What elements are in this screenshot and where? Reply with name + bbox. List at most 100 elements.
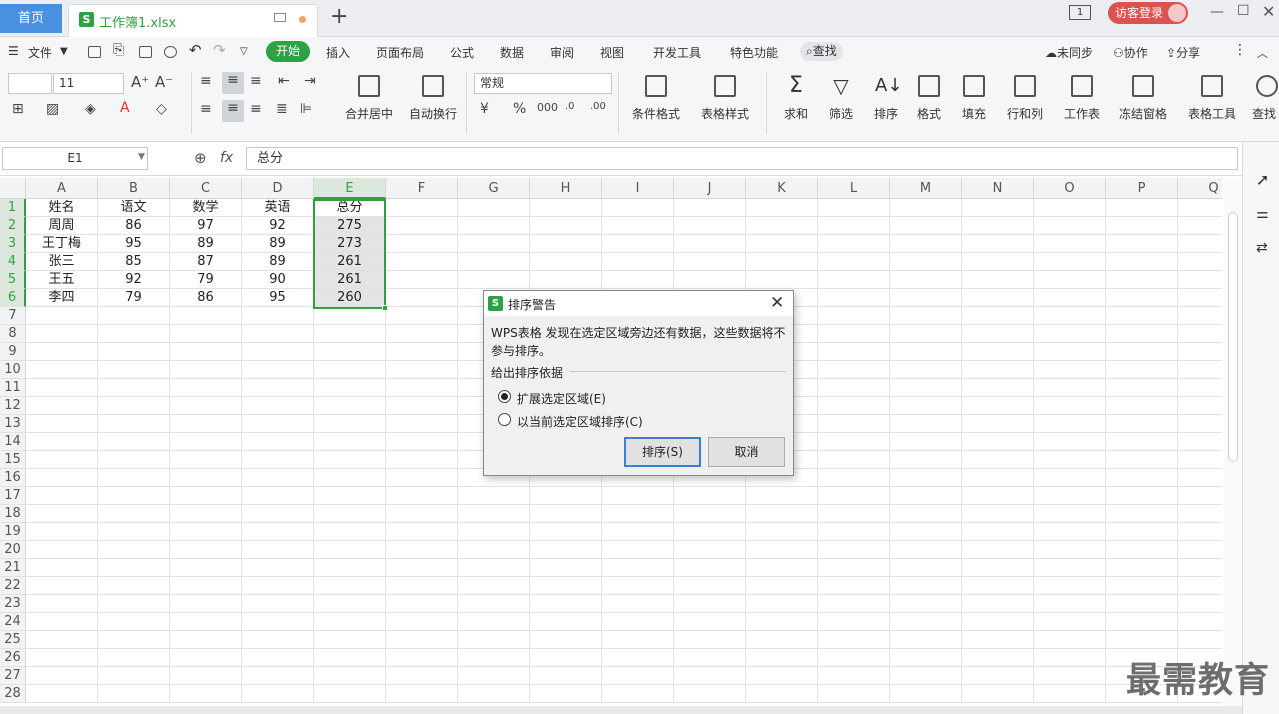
row-header[interactable]: 3: [0, 235, 26, 253]
row-header[interactable]: 14: [0, 433, 26, 451]
cell[interactable]: [674, 199, 746, 217]
cell[interactable]: [1034, 685, 1106, 703]
cell[interactable]: [890, 415, 962, 433]
cell[interactable]: [98, 397, 170, 415]
cell[interactable]: [962, 397, 1034, 415]
cell[interactable]: [530, 631, 602, 649]
cell[interactable]: [674, 235, 746, 253]
cell[interactable]: [386, 307, 458, 325]
cell[interactable]: [170, 541, 242, 559]
cell[interactable]: [170, 379, 242, 397]
cell[interactable]: [386, 685, 458, 703]
vertical-scrollbar[interactable]: [1224, 178, 1242, 710]
collapse-ribbon-icon[interactable]: ︿: [1257, 45, 1268, 61]
cell[interactable]: [602, 253, 674, 271]
cell[interactable]: [1178, 523, 1222, 541]
cell[interactable]: [1034, 325, 1106, 343]
cell[interactable]: [1034, 523, 1106, 541]
maximize-icon[interactable]: ☐: [1237, 3, 1250, 19]
cell[interactable]: [458, 505, 530, 523]
cell[interactable]: [1106, 271, 1178, 289]
cell[interactable]: 李四: [26, 289, 98, 307]
cell[interactable]: [242, 343, 314, 361]
row-header[interactable]: 11: [0, 379, 26, 397]
column-header[interactable]: G: [458, 178, 530, 199]
cell[interactable]: [962, 343, 1034, 361]
cell[interactable]: [890, 397, 962, 415]
cell[interactable]: [26, 595, 98, 613]
cell[interactable]: [890, 451, 962, 469]
clear-icon[interactable]: ◇: [156, 101, 167, 117]
cell[interactable]: [530, 667, 602, 685]
cell[interactable]: [1034, 631, 1106, 649]
cell[interactable]: [98, 613, 170, 631]
cell[interactable]: [890, 667, 962, 685]
row-header[interactable]: 18: [0, 505, 26, 523]
cell[interactable]: [818, 505, 890, 523]
cell[interactable]: [746, 271, 818, 289]
cell[interactable]: [170, 397, 242, 415]
cell[interactable]: [1034, 505, 1106, 523]
cell[interactable]: [674, 667, 746, 685]
fill-button[interactable]: 填充: [957, 75, 991, 122]
cell[interactable]: [602, 217, 674, 235]
cell[interactable]: [170, 415, 242, 433]
cell[interactable]: [674, 613, 746, 631]
screen-icon[interactable]: [274, 13, 286, 22]
cell[interactable]: [458, 523, 530, 541]
cell[interactable]: [1106, 397, 1178, 415]
cell[interactable]: [386, 433, 458, 451]
tab-review[interactable]: 审阅: [550, 44, 574, 61]
cell[interactable]: [962, 451, 1034, 469]
cell[interactable]: [746, 541, 818, 559]
cell[interactable]: [818, 361, 890, 379]
cell[interactable]: [98, 577, 170, 595]
cell[interactable]: [746, 613, 818, 631]
row-header[interactable]: 7: [0, 307, 26, 325]
cell[interactable]: [314, 469, 386, 487]
settings-sliders-icon[interactable]: ⚌: [1256, 206, 1269, 222]
column-header[interactable]: O: [1034, 178, 1106, 199]
align-top-icon[interactable]: ≡: [200, 73, 212, 89]
minimize-icon[interactable]: —: [1210, 4, 1224, 20]
cell[interactable]: [1034, 253, 1106, 271]
cell[interactable]: [1034, 487, 1106, 505]
cell[interactable]: [674, 217, 746, 235]
cell[interactable]: [1106, 379, 1178, 397]
cell[interactable]: [26, 361, 98, 379]
cell[interactable]: [602, 667, 674, 685]
cell[interactable]: [242, 361, 314, 379]
cell[interactable]: [962, 613, 1034, 631]
table-style-button[interactable]: 表格样式: [697, 75, 753, 122]
cell[interactable]: [1106, 487, 1178, 505]
cell[interactable]: [242, 307, 314, 325]
table-tools-button[interactable]: 表格工具: [1184, 75, 1240, 122]
cell[interactable]: 95: [98, 235, 170, 253]
column-header[interactable]: N: [962, 178, 1034, 199]
cell[interactable]: [746, 559, 818, 577]
cell[interactable]: [602, 613, 674, 631]
cell[interactable]: [26, 469, 98, 487]
cell[interactable]: [1106, 595, 1178, 613]
cell[interactable]: [1034, 613, 1106, 631]
cell[interactable]: [242, 613, 314, 631]
cell[interactable]: [314, 667, 386, 685]
tab-formulas[interactable]: 公式: [450, 44, 474, 61]
search-button[interactable]: ⌕查找: [800, 42, 843, 61]
row-header[interactable]: 1: [0, 199, 26, 217]
border-icon[interactable]: ⊞: [12, 101, 24, 117]
cell[interactable]: [170, 451, 242, 469]
cell[interactable]: [26, 649, 98, 667]
distribute-icon[interactable]: ⊫: [300, 101, 312, 117]
cell[interactable]: [386, 523, 458, 541]
cell[interactable]: [1034, 451, 1106, 469]
document-tab[interactable]: S 工作簿1.xlsx: [68, 4, 318, 37]
cell[interactable]: [674, 505, 746, 523]
cell[interactable]: [1178, 415, 1222, 433]
cell[interactable]: [242, 487, 314, 505]
cell[interactable]: [386, 415, 458, 433]
cell[interactable]: [458, 595, 530, 613]
home-tab[interactable]: 首页: [0, 4, 62, 33]
cell[interactable]: [242, 595, 314, 613]
cell[interactable]: [458, 199, 530, 217]
